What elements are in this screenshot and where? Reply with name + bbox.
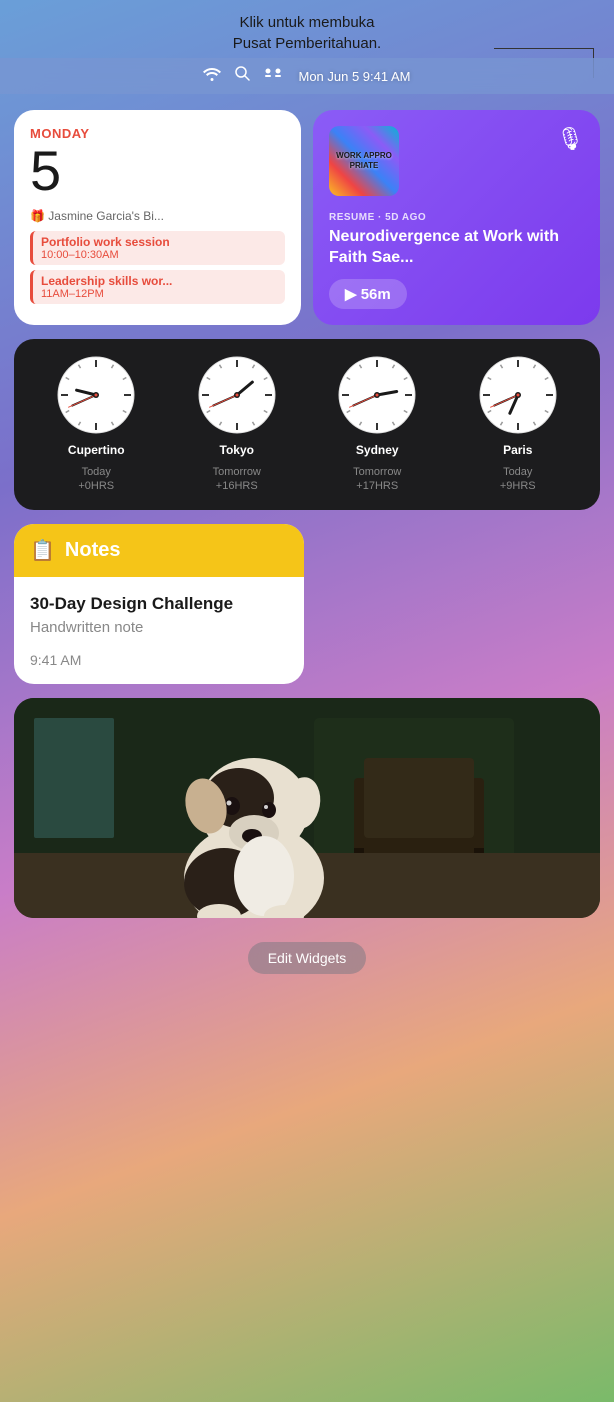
clock-sydney-city: Sydney <box>356 443 399 457</box>
podcast-widget[interactable]: WORK APPRO PRIATE 🎙 RESUME · 5D AGO Neur… <box>313 110 600 325</box>
event-1-time: 10:00–10:30AM <box>41 249 277 261</box>
clock-sydney: Sydney Tomorrow+17HRS <box>337 355 417 494</box>
search-icon[interactable] <box>235 66 250 86</box>
notes-widget[interactable]: 📋 Notes 30-Day Design Challenge Handwrit… <box>14 524 304 684</box>
calendar-date-number: 5 <box>30 143 285 199</box>
podcast-album-art: WORK APPRO PRIATE <box>329 126 399 196</box>
clock-cupertino-city: Cupertino <box>68 443 125 457</box>
notes-header: 📋 Notes <box>14 524 304 577</box>
podcast-meta: RESUME · 5D AGO <box>329 212 584 223</box>
calendar-event-1: Portfolio work session 10:00–10:30AM <box>30 231 285 265</box>
podcast-play-button[interactable]: ▶ 56m <box>329 279 407 309</box>
clock-cupertino: Cupertino Today+0HRS <box>56 355 136 494</box>
clock-tokyo: Tokyo Tomorrow+16HRS <box>197 355 277 494</box>
notes-title: Notes <box>65 539 121 562</box>
birthday-text: 🎁 Jasmine Garcia's Bi... <box>30 209 164 223</box>
calendar-birthday: 🎁 Jasmine Garcia's Bi... <box>30 209 285 223</box>
menu-bar-icons <box>203 66 282 86</box>
notes-body: 30-Day Design Challenge Handwritten note… <box>14 577 304 684</box>
clock-paris-info: Today+9HRS <box>500 465 536 494</box>
podcasts-app-icon: 🎙 <box>556 126 584 152</box>
clock-tokyo-city: Tokyo <box>220 443 254 457</box>
podcast-title: Neurodivergence at Work with Faith Sae..… <box>329 227 584 269</box>
menu-bar: Mon Jun 5 9:41 AM <box>0 58 614 94</box>
top-widgets-row: MONDAY 5 🎁 Jasmine Garcia's Bi... Portfo… <box>14 110 600 325</box>
clock-tokyo-face <box>197 355 277 435</box>
clock-cupertino-face <box>56 355 136 435</box>
clock-paris-face <box>478 355 558 435</box>
control-center-icon[interactable] <box>264 67 282 86</box>
wifi-icon <box>203 67 221 86</box>
clock-sydney-info: Tomorrow+17HRS <box>353 465 401 494</box>
widgets-area: MONDAY 5 🎁 Jasmine Garcia's Bi... Portfo… <box>0 94 614 1010</box>
note-time: 9:41 AM <box>30 652 288 668</box>
tooltip-line2: Pusat Pemberitahuan. <box>233 35 381 52</box>
world-clock-widget[interactable]: Cupertino Today+0HRS <box>14 339 600 510</box>
notification-tooltip: Klik untuk membuka Pusat Pemberitahuan. <box>0 0 614 58</box>
clock-cupertino-info: Today+0HRS <box>78 465 114 494</box>
notes-stack-icon: 📋 <box>30 538 55 563</box>
event-2-title: Leadership skills wor... <box>41 274 277 288</box>
note-subtitle: Handwritten note <box>30 619 288 636</box>
tooltip-line1: Klik untuk membuka <box>239 14 374 31</box>
event-2-time: 11AM–12PM <box>41 288 277 300</box>
calendar-day-label: MONDAY <box>30 126 285 141</box>
podcast-header: WORK APPRO PRIATE 🎙 <box>329 126 584 196</box>
clock-sydney-face <box>337 355 417 435</box>
clock-paris-city: Paris <box>503 443 532 457</box>
edit-widgets-container: Edit Widgets <box>14 932 600 994</box>
calendar-event-2: Leadership skills wor... 11AM–12PM <box>30 270 285 304</box>
edit-widgets-button[interactable]: Edit Widgets <box>248 942 367 974</box>
menu-bar-datetime: Mon Jun 5 9:41 AM <box>298 69 410 84</box>
photo-widget[interactable] <box>14 698 600 918</box>
clock-paris: Paris Today+9HRS <box>478 355 558 494</box>
note-title: 30-Day Design Challenge <box>30 593 288 615</box>
calendar-widget[interactable]: MONDAY 5 🎁 Jasmine Garcia's Bi... Portfo… <box>14 110 301 325</box>
clock-tokyo-info: Tomorrow+16HRS <box>213 465 261 494</box>
event-1-title: Portfolio work session <box>41 235 277 249</box>
